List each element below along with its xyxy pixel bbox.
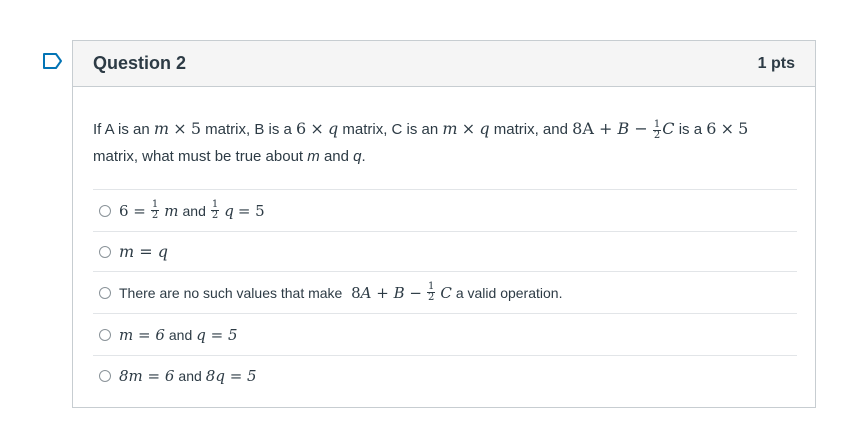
bookmark-flag-icon[interactable]: [42, 52, 64, 70]
question-header: Question 2 1 pts: [73, 41, 815, 87]
radio-button[interactable]: [99, 204, 111, 217]
radio-button[interactable]: [99, 369, 111, 382]
answer-list: 6 = 12m and 12q = 5 m = q There are no s…: [93, 189, 797, 395]
answer-option-5[interactable]: 8m = 6 and 8q = 5: [93, 355, 797, 395]
radio-button[interactable]: [99, 245, 111, 258]
question-points: 1 pts: [757, 54, 795, 72]
radio-button[interactable]: [99, 328, 111, 341]
fraction-one-half: 12: [652, 118, 662, 141]
question-card: Question 2 1 pts If A is an m × 5 matrix…: [72, 40, 816, 408]
answer-option-2[interactable]: m = q: [93, 231, 797, 271]
answer-option-4[interactable]: m = 6 and q = 5: [93, 313, 797, 355]
answer-option-3[interactable]: There are no such values that make 8A + …: [93, 271, 797, 313]
question-text: If A is an m × 5 matrix, B is a 6 × q ma…: [93, 118, 749, 165]
radio-button[interactable]: [99, 286, 111, 299]
question-title: Question 2: [93, 53, 187, 73]
answer-option-1[interactable]: 6 = 12m and 12q = 5: [93, 189, 797, 231]
